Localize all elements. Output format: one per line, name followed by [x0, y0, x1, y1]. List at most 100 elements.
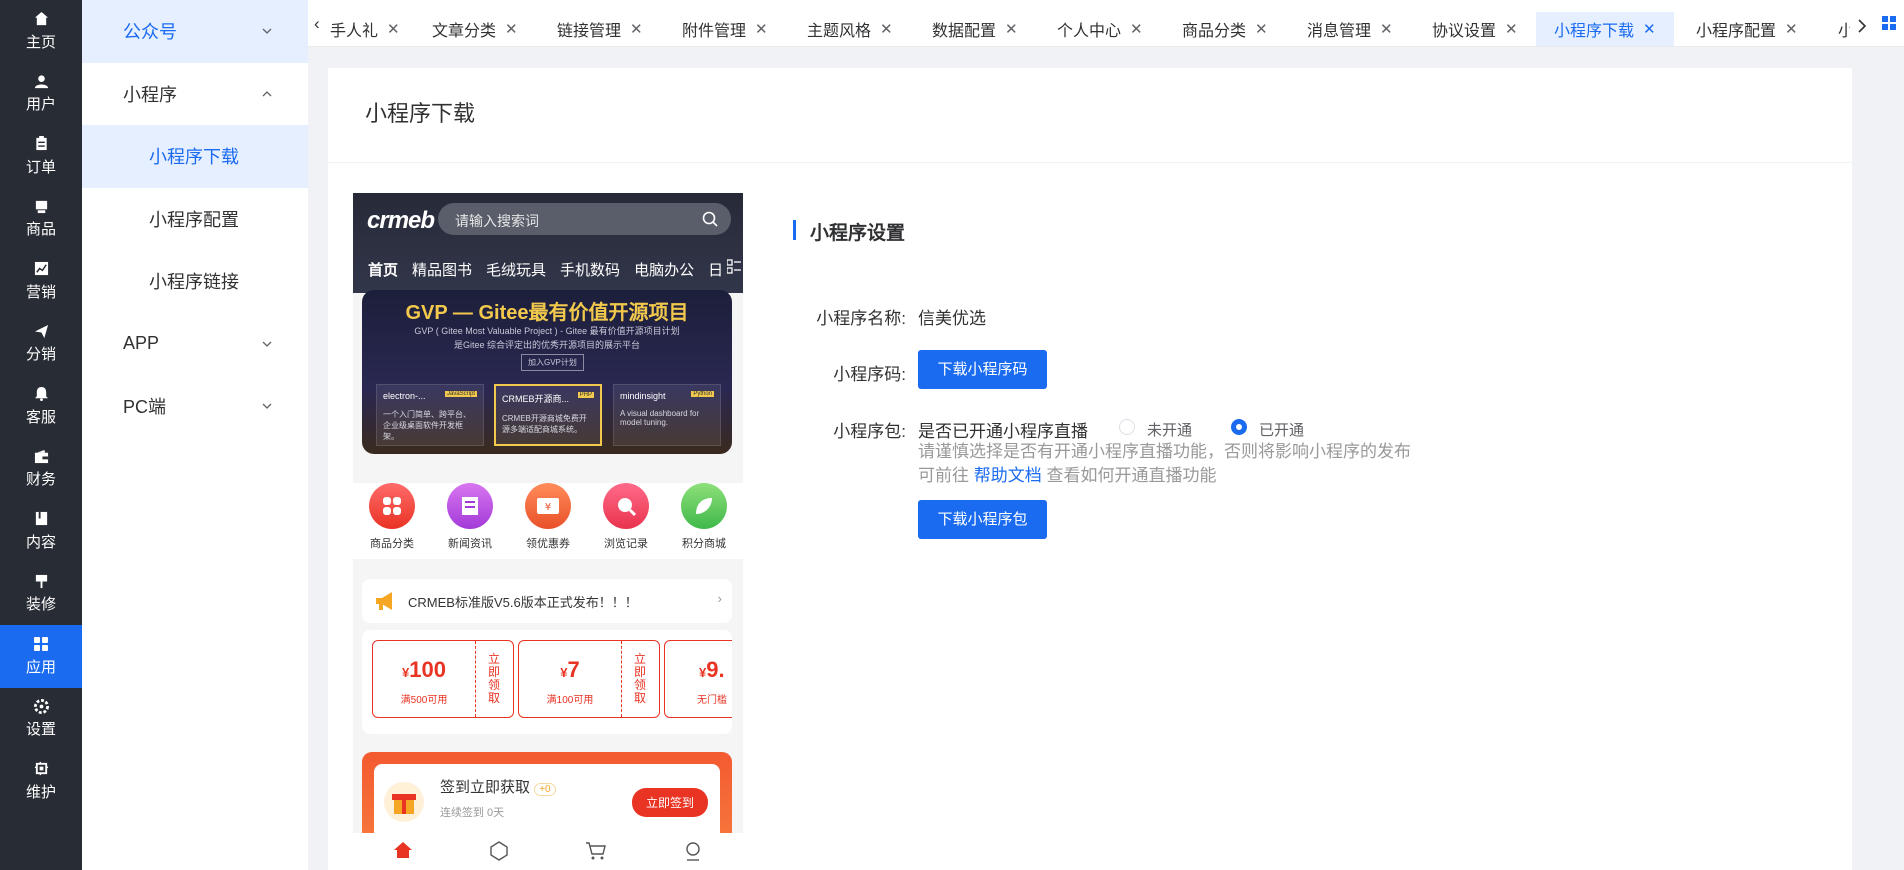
- category-icon[interactable]: [489, 841, 509, 861]
- project-desc: A visual dashboard for model tuning.: [620, 409, 700, 427]
- quick-icon-item[interactable]: 新闻资讯: [431, 483, 509, 551]
- tab-item[interactable]: 数据配置 ✕: [932, 12, 1018, 46]
- tab-item[interactable]: 文章分类 ✕: [432, 12, 518, 46]
- quick-icon-label: 积分商城: [682, 538, 726, 550]
- tab-item-active[interactable]: 小程序下载 ✕: [1536, 12, 1674, 46]
- tabs-scroll-left-icon[interactable]: ‹: [314, 14, 320, 34]
- rail-item-customer-service[interactable]: 客服: [0, 375, 82, 438]
- close-icon[interactable]: ✕: [1005, 20, 1018, 38]
- signin-days: 连续签到 0天: [440, 807, 505, 819]
- banner-subtitle-line: 是Gitee 综合评定出的优秀开源项目的展示平台: [453, 340, 640, 350]
- rail-item-home[interactable]: 主页: [0, 0, 82, 63]
- tab-item[interactable]: 主题风格 ✕: [807, 12, 893, 46]
- category-list-icon[interactable]: [727, 259, 741, 275]
- download-code-button[interactable]: 下载小程序码: [918, 350, 1047, 389]
- home-icon: [33, 11, 49, 27]
- section-title: 小程序设置: [810, 223, 906, 244]
- coupon-card[interactable]: ¥100 满500可用 立即领取: [372, 640, 514, 718]
- radio-live-off-label[interactable]: 未开通: [1147, 419, 1192, 440]
- tab-item[interactable]: 小程序配置 ✕: [1696, 12, 1798, 46]
- close-icon[interactable]: ✕: [387, 20, 400, 38]
- chevron-up-icon: [262, 90, 272, 97]
- submenu-mini-config[interactable]: 小程序配置: [82, 188, 308, 251]
- quick-icon-label: 浏览记录: [604, 538, 648, 550]
- close-icon[interactable]: ✕: [630, 20, 643, 38]
- cart-icon[interactable]: [585, 841, 607, 861]
- megaphone-icon: [376, 592, 392, 610]
- quick-icon-item[interactable]: 浏览记录: [587, 483, 665, 551]
- submenu-pc[interactable]: PC端: [82, 375, 308, 438]
- download-package-button[interactable]: 下载小程序包: [918, 500, 1047, 539]
- app-root: { "rail": [ {"label":"主页","icon":"home-i…: [0, 0, 1904, 870]
- rail-item-user[interactable]: 用户: [0, 63, 82, 126]
- close-icon[interactable]: ✕: [1255, 20, 1268, 38]
- home-icon[interactable]: [393, 841, 413, 859]
- phone-cat[interactable]: 精品图书: [412, 262, 472, 279]
- quick-icon-item[interactable]: 积分商城: [665, 483, 743, 551]
- phone-cat[interactable]: 手机数码: [560, 262, 620, 279]
- coupon-card[interactable]: ¥9. 无门槛: [664, 640, 732, 718]
- tab-item[interactable]: 手人礼 ✕: [330, 12, 400, 46]
- submenu-child-label: 小程序配置: [149, 209, 239, 230]
- submenu-gzh[interactable]: 公众号: [82, 0, 308, 63]
- phone-search-input[interactable]: 请输入搜索词: [438, 203, 731, 235]
- close-icon[interactable]: ✕: [1130, 20, 1143, 38]
- coupon-card[interactable]: ¥7 满100可用 立即领取: [518, 640, 660, 718]
- rail-item-content[interactable]: 内容: [0, 500, 82, 563]
- tabs-scroll-right-icon[interactable]: [1850, 12, 1878, 42]
- profile-icon[interactable]: [683, 841, 703, 861]
- phone-cat[interactable]: 日: [708, 262, 723, 279]
- announcement-bar[interactable]: CRMEB标准版V5.6版本正式发布！！！ ›: [362, 579, 732, 623]
- close-icon[interactable]: ✕: [1643, 20, 1656, 38]
- promo-banner[interactable]: GVP — Gitee最有价值开源项目 GVP ( Gitee Most Val…: [362, 290, 732, 454]
- rail-item-settings[interactable]: 设置: [0, 688, 82, 751]
- quick-icon-label: 商品分类: [370, 538, 414, 550]
- gift-icon: [384, 782, 424, 822]
- tab-item[interactable]: 协议设置 ✕: [1432, 12, 1518, 46]
- submenu-child-label: 小程序下载: [149, 147, 239, 168]
- tab-item[interactable]: 个人中心 ✕: [1057, 12, 1143, 46]
- radio-live-off[interactable]: [1119, 419, 1135, 435]
- close-icon[interactable]: ✕: [1785, 20, 1798, 38]
- signin-button[interactable]: 立即签到: [631, 788, 708, 817]
- close-icon[interactable]: ✕: [1505, 20, 1518, 38]
- tab-item[interactable]: 链接管理 ✕: [557, 12, 643, 46]
- rail-item-finance[interactable]: 财务: [0, 438, 82, 501]
- radio-live-on[interactable]: [1231, 419, 1247, 435]
- close-icon[interactable]: ✕: [755, 20, 768, 38]
- tab-item[interactable]: 商品分类 ✕: [1182, 12, 1268, 46]
- quick-icon-item[interactable]: 商品分类: [353, 483, 431, 551]
- tab-item[interactable]: 消息管理 ✕: [1307, 12, 1393, 46]
- rail-item-distribution[interactable]: 分销: [0, 313, 82, 376]
- phone-search-placeholder: 请输入搜索词: [455, 213, 539, 229]
- tab-item[interactable]: 附件管理 ✕: [682, 12, 768, 46]
- tab-label: 小程序下载: [1554, 23, 1635, 40]
- phone-cat[interactable]: 首页: [368, 262, 398, 279]
- submenu-mini-download[interactable]: 小程序下载: [82, 125, 308, 188]
- coupon-claim[interactable]: 立即领取: [621, 641, 659, 717]
- phone-cat[interactable]: 电脑办公: [634, 262, 694, 279]
- project-name: electron-...: [383, 391, 426, 401]
- phone-cat[interactable]: 毛绒玩具: [486, 262, 546, 279]
- close-icon[interactable]: ✕: [1380, 20, 1393, 38]
- submenu-mini-link[interactable]: 小程序链接: [82, 250, 308, 313]
- tab-bar: ‹ 手人礼 ✕ 文章分类 ✕ 链接管理 ✕ 附件管理 ✕ 主题风格 ✕ 数据配置 ✕ 个人中…: [308, 0, 1904, 47]
- marketing-icon: [33, 261, 49, 277]
- rail-item-product[interactable]: 商品: [0, 188, 82, 251]
- banner-title: GVP — Gitee最有价值开源项目: [405, 302, 689, 324]
- rail-item-marketing[interactable]: 营销: [0, 250, 82, 313]
- coupon-claim[interactable]: 立即领取: [475, 641, 513, 717]
- rail-item-order[interactable]: 订单: [0, 125, 82, 188]
- rail-item-maintenance[interactable]: 维护: [0, 750, 82, 813]
- rail-item-apps[interactable]: 应用: [0, 625, 82, 688]
- submenu-mini[interactable]: 小程序: [82, 63, 308, 126]
- close-icon[interactable]: ✕: [880, 20, 893, 38]
- help-doc-link[interactable]: 帮助文档: [974, 466, 1042, 485]
- submenu-app[interactable]: APP: [82, 313, 308, 376]
- grid-menu-icon[interactable]: [1882, 16, 1896, 35]
- rail-item-decoration[interactable]: 装修: [0, 563, 82, 626]
- radio-live-on-label[interactable]: 已开通: [1259, 419, 1304, 440]
- quick-icon-item[interactable]: ¥ 领优惠券: [509, 483, 587, 551]
- coupon-condition: 满100可用: [546, 695, 594, 706]
- close-icon[interactable]: ✕: [505, 20, 518, 38]
